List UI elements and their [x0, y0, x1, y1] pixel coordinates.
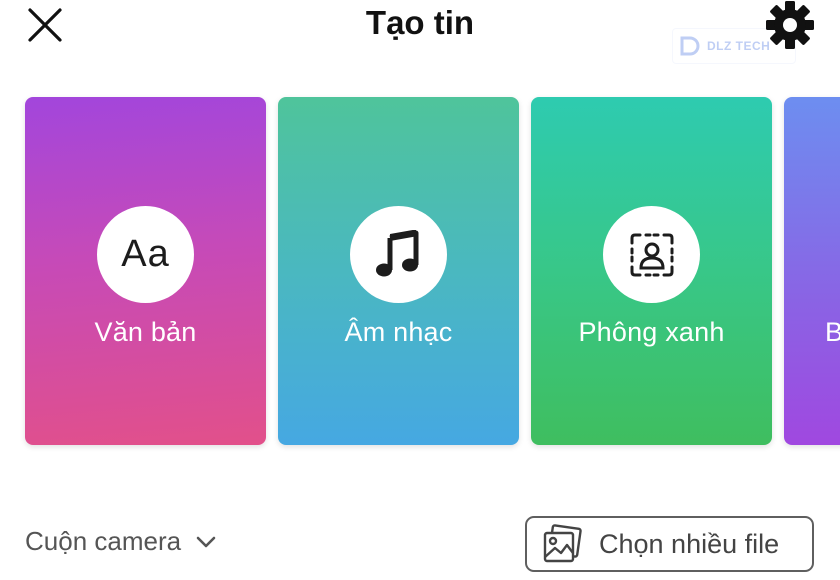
card-text[interactable]: Aa Văn bản — [25, 97, 266, 445]
green-screen-icon — [630, 233, 673, 276]
camera-roll-label: Cuộn camera — [25, 526, 182, 556]
select-multiple-button[interactable]: Chọn nhiều file — [525, 516, 814, 572]
card-boom-label: B — [825, 317, 840, 347]
card-green-screen[interactable]: Phông xanh — [531, 97, 772, 445]
card-text-label: Văn bản — [94, 317, 197, 347]
card-music-label: Âm nhạc — [344, 317, 453, 347]
card-music[interactable]: Âm nhạc — [278, 97, 519, 445]
chevron-down-icon — [196, 536, 216, 547]
card-boomerang[interactable]: B — [784, 97, 840, 445]
story-type-carousel: Aa Văn bản Âm nhạc Phông xanh B — [0, 97, 840, 447]
select-multiple-label: Chọn nhiều file — [599, 528, 780, 559]
card-music-icon-circle — [350, 206, 447, 303]
card-text-icon-circle: Aa — [97, 206, 194, 303]
music-note-icon — [375, 229, 418, 276]
create-story-screen: Tạo tin DLZ TECH Aa Văn bản Âm nhạc Phôn… — [0, 0, 840, 580]
text-aa-icon: Aa — [121, 233, 170, 275]
camera-roll-dropdown[interactable]: Cuộn camera — [25, 526, 217, 557]
watermark-text: DLZ TECH — [707, 39, 771, 53]
watermark-d-icon — [680, 36, 700, 56]
card-green-icon-circle — [603, 206, 700, 303]
settings-button[interactable] — [763, 0, 817, 50]
card-green-label: Phông xanh — [578, 317, 725, 347]
gear-icon — [766, 1, 814, 49]
gallery-icon — [543, 524, 582, 563]
